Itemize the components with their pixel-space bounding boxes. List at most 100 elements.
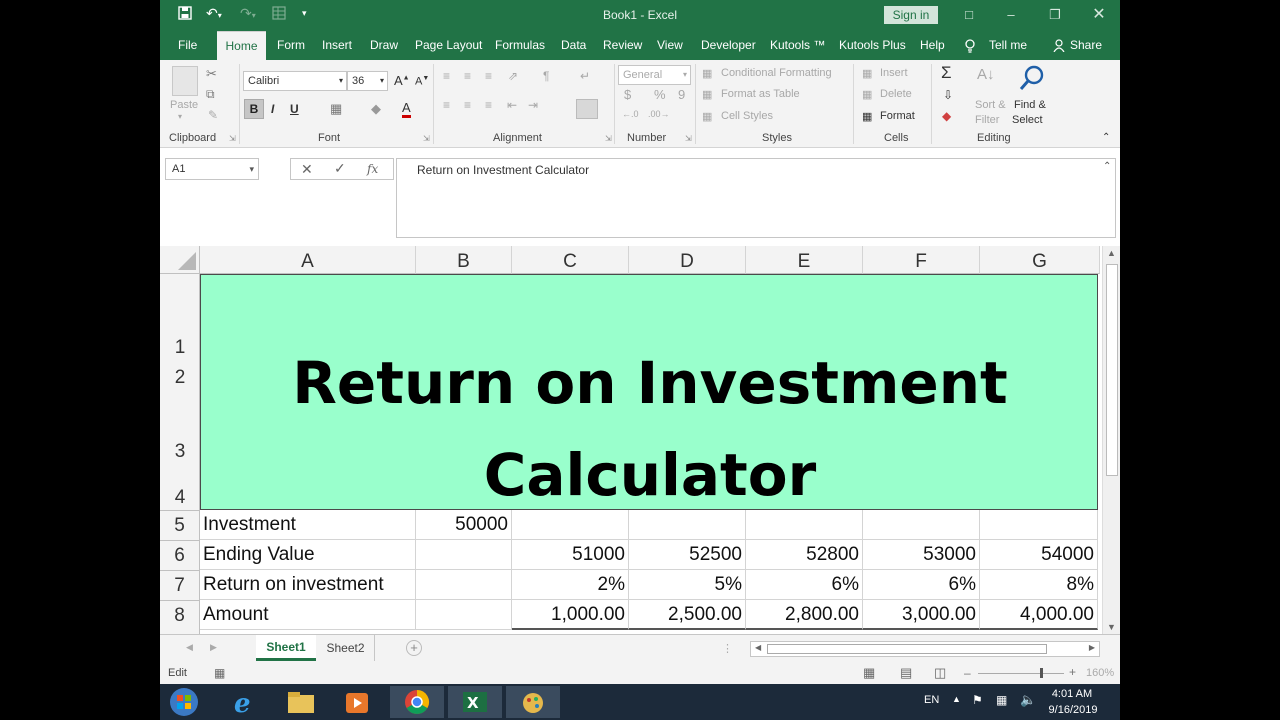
sort-filter-button-2[interactable]: Filter: [975, 114, 999, 126]
tab-page-layout[interactable]: Page Layout: [415, 31, 482, 60]
normal-view-icon[interactable]: ▦: [863, 665, 875, 681]
column-header-b[interactable]: B: [416, 246, 512, 274]
name-box[interactable]: A1 ▾: [165, 158, 259, 180]
volume-icon[interactable]: 🔈: [1020, 692, 1036, 708]
italic-button[interactable]: I: [271, 102, 274, 116]
column-header-g[interactable]: G: [980, 246, 1100, 274]
conditional-formatting-button[interactable]: Conditional Formatting: [721, 67, 832, 79]
column-header-c[interactable]: C: [512, 246, 629, 274]
start-button-icon[interactable]: [164, 686, 218, 718]
conditional-formatting-icon[interactable]: ▦: [702, 67, 712, 80]
cell-e8[interactable]: 2,800.00: [746, 600, 863, 630]
cell-styles-button[interactable]: Cell Styles: [721, 110, 773, 122]
macro-record-icon[interactable]: ▦: [214, 666, 225, 680]
sort-filter-button[interactable]: Sort &: [975, 99, 1006, 111]
scroll-left-icon[interactable]: ◀: [755, 643, 761, 652]
row-header-8[interactable]: 8: [160, 600, 200, 634]
clock-time[interactable]: 4:01 AM: [1050, 688, 1094, 700]
decrease-indent-icon[interactable]: ⇤: [507, 98, 517, 112]
cell-g7[interactable]: 8%: [980, 570, 1098, 600]
font-launcher-icon[interactable]: ⇲: [423, 134, 430, 143]
scroll-down-icon[interactable]: ▼: [1107, 622, 1116, 632]
cell-f7[interactable]: 6%: [863, 570, 980, 600]
cell-c8[interactable]: 1,000.00: [512, 600, 629, 630]
copy-icon[interactable]: ⧉: [206, 87, 215, 102]
cell-d5[interactable]: [629, 510, 746, 540]
insert-cells-icon[interactable]: ▦: [862, 67, 872, 80]
row-header-1[interactable]: 1: [160, 274, 200, 360]
cell-b6[interactable]: [416, 540, 512, 570]
paste-icon[interactable]: [172, 66, 198, 96]
tab-draw[interactable]: Draw: [370, 31, 398, 60]
cell-a7[interactable]: Return on investment: [200, 570, 416, 600]
column-header-f[interactable]: F: [863, 246, 980, 274]
cell-g6[interactable]: 54000: [980, 540, 1098, 570]
bold-button[interactable]: B: [244, 99, 264, 119]
cell-b5[interactable]: 50000: [416, 510, 512, 540]
row-header-5[interactable]: 5: [160, 510, 200, 540]
percent-format-button[interactable]: %: [654, 87, 666, 102]
align-middle-icon[interactable]: ≡: [464, 69, 471, 83]
tab-home[interactable]: Home: [217, 31, 266, 60]
prev-sheet-icon[interactable]: ◀: [186, 642, 193, 653]
increase-indent-icon[interactable]: ⇥: [528, 98, 538, 112]
comma-format-button[interactable]: 9: [678, 87, 685, 102]
format-painter-icon[interactable]: ✎: [208, 108, 218, 122]
zoom-out-icon[interactable]: –: [964, 666, 971, 680]
tab-kutools-plus[interactable]: Kutools Plus: [839, 31, 906, 60]
restore-icon[interactable]: ❐: [1040, 4, 1070, 26]
cell-e7[interactable]: 6%: [746, 570, 863, 600]
tab-data[interactable]: Data: [561, 31, 586, 60]
find-select-button[interactable]: Find &: [1014, 99, 1046, 111]
cell-e6[interactable]: 52800: [746, 540, 863, 570]
sign-in-button[interactable]: Sign in: [884, 6, 938, 24]
page-layout-view-icon[interactable]: ▤: [900, 665, 912, 681]
row-header-3[interactable]: 3: [160, 390, 200, 464]
increase-decimal-icon[interactable]: ←.0: [622, 109, 639, 119]
align-right-icon[interactable]: ≡: [485, 98, 492, 112]
cell-a6[interactable]: Ending Value: [200, 540, 416, 570]
internet-explorer-icon[interactable]: e: [218, 686, 272, 719]
tab-split-icon[interactable]: ⋮: [722, 642, 733, 655]
merge-center-icon[interactable]: [576, 99, 598, 119]
cell-d7[interactable]: 5%: [629, 570, 746, 600]
currency-format-button[interactable]: $: [624, 87, 631, 102]
show-hidden-icons-icon[interactable]: ▲: [952, 694, 961, 704]
file-explorer-icon[interactable]: [274, 686, 328, 718]
paint-icon[interactable]: [506, 686, 560, 718]
align-bottom-icon[interactable]: ≡: [485, 69, 492, 83]
action-center-flag-icon[interactable]: ⚑: [972, 693, 983, 707]
cell-c5[interactable]: [512, 510, 629, 540]
cancel-icon[interactable]: ✕: [301, 161, 313, 178]
fill-icon[interactable]: ⇩: [943, 88, 953, 102]
row-header-7[interactable]: 7: [160, 570, 200, 600]
tell-me-box[interactable]: Tell me: [989, 31, 1027, 60]
collapse-formula-bar-icon[interactable]: ⌃: [1103, 161, 1111, 172]
collapse-ribbon-icon[interactable]: ⌃: [1102, 132, 1110, 143]
next-sheet-icon[interactable]: ▶: [210, 642, 217, 653]
tab-view[interactable]: View: [657, 31, 683, 60]
tab-form[interactable]: Form: [277, 31, 305, 60]
increase-font-icon[interactable]: A▲: [394, 73, 410, 88]
wrap-text-icon[interactable]: ↵: [580, 69, 590, 83]
decrease-decimal-icon[interactable]: .00→: [648, 109, 670, 119]
column-header-a[interactable]: A: [200, 246, 416, 274]
page-break-view-icon[interactable]: ◫: [934, 665, 946, 681]
column-header-e[interactable]: E: [746, 246, 863, 274]
scroll-up-icon[interactable]: ▲: [1107, 248, 1116, 258]
share-button[interactable]: Share: [1070, 31, 1102, 60]
sheet-tab-sheet2[interactable]: Sheet2: [317, 635, 375, 661]
lightbulb-icon[interactable]: [964, 31, 976, 60]
new-sheet-icon[interactable]: +: [406, 640, 422, 656]
alignment-launcher-icon[interactable]: ⇲: [605, 134, 612, 143]
number-format-select[interactable]: General ▾: [618, 65, 691, 85]
paste-button[interactable]: Paste: [170, 99, 198, 111]
align-center-icon[interactable]: ≡: [464, 98, 471, 112]
delete-cells-icon[interactable]: ▦: [862, 88, 872, 101]
close-icon[interactable]: ✕: [1084, 4, 1114, 26]
zoom-in-icon[interactable]: +: [1069, 665, 1076, 679]
row-header-2[interactable]: 2: [160, 360, 200, 390]
column-header-d[interactable]: D: [629, 246, 746, 274]
font-name-select[interactable]: Calibri ▾: [243, 71, 347, 91]
minimize-icon[interactable]: –: [996, 4, 1026, 26]
